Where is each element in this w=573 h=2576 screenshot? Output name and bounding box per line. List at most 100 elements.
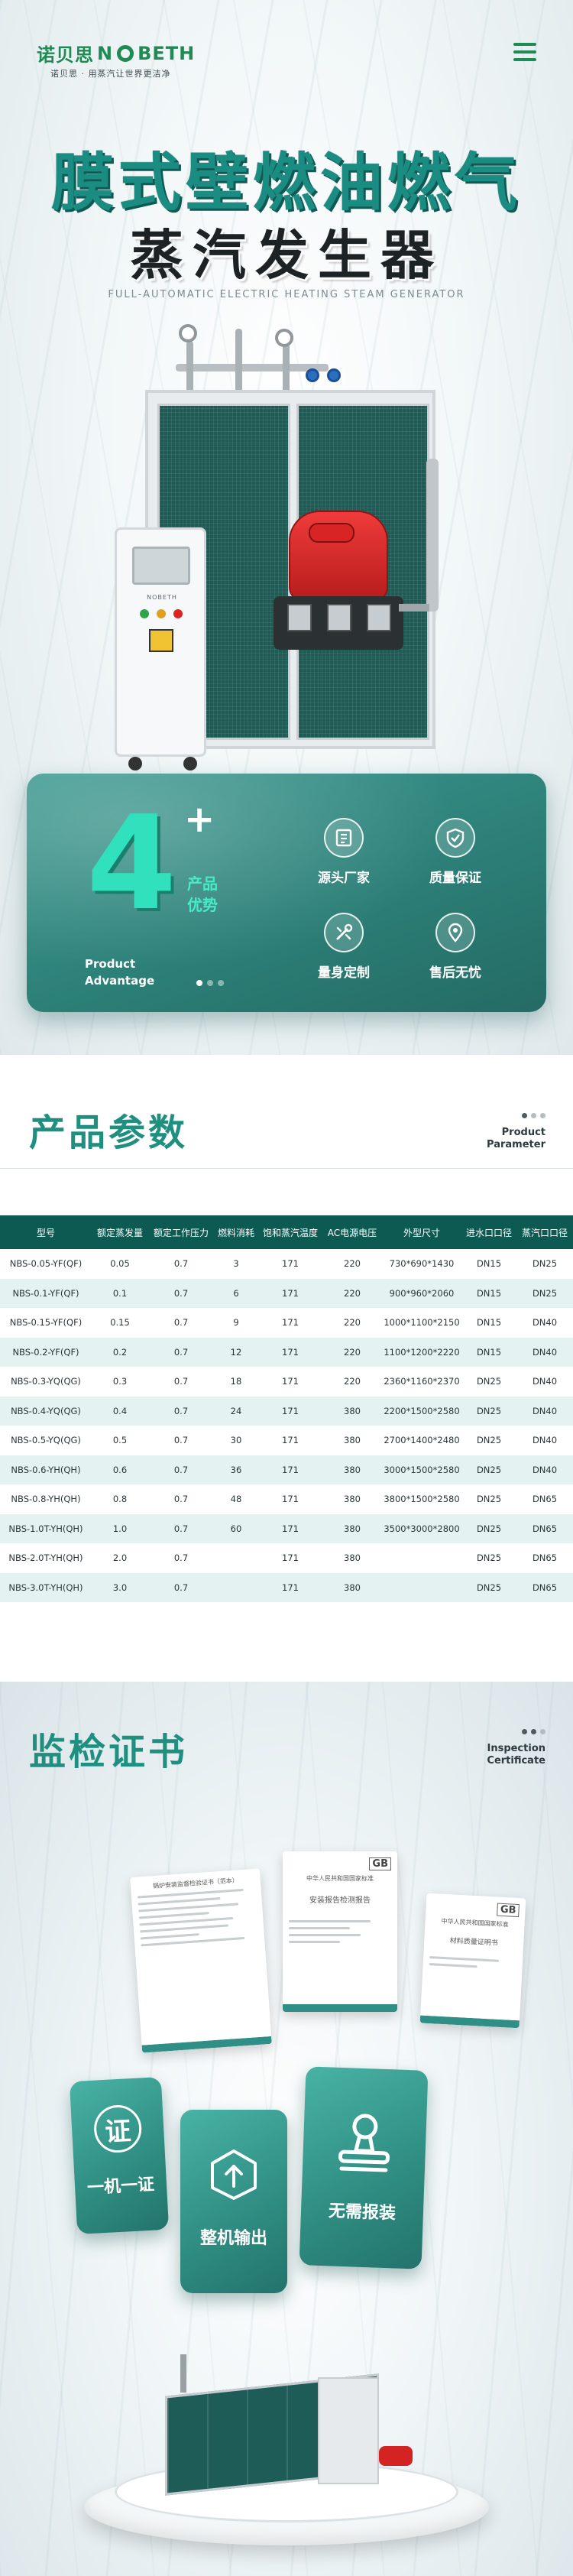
advantage-cn-line1: 产品 <box>187 874 218 893</box>
table-cell: DN40 <box>516 1308 573 1338</box>
pressure-gauge-icon <box>179 324 197 342</box>
table-cell: 0.2 <box>92 1337 148 1367</box>
certificate-document[interactable]: 锅炉安装监督检验证书（范本） <box>130 1868 272 2053</box>
table-header-cell: 燃料消耗 <box>214 1215 258 1249</box>
certificate-document[interactable]: GB 中华人民共和国国家标准 材料质量证明书 <box>419 1893 526 2029</box>
cert-card-one-cert[interactable]: 证 一机一证 <box>69 2076 170 2235</box>
boiler-product-image <box>150 2354 417 2496</box>
table-cell: 380 <box>322 1396 382 1426</box>
custom-tools-icon <box>324 913 364 952</box>
certificate-en-line2: Certificate <box>487 1755 545 1767</box>
menu-button[interactable] <box>513 43 536 61</box>
fuel-line <box>399 604 429 612</box>
stamp-icon <box>303 2104 427 2178</box>
brand-en-prefix: N <box>97 42 114 64</box>
carousel-dot[interactable] <box>196 980 202 986</box>
table-cell: 36 <box>214 1455 258 1484</box>
table-cell: DN25 <box>516 1249 573 1279</box>
table-cell: 171 <box>258 1337 322 1367</box>
advantage-card: 4 + 产品 优势 Product Advantage 源头厂家 质量保证 量身… <box>27 774 546 1012</box>
table-header-cell: 蒸汽口口径 <box>516 1215 573 1249</box>
table-header-cell: 型号 <box>0 1215 92 1249</box>
table-row: NBS-2.0T-YH(QH) 2.0 0.7 171 380 DN25 DN65 <box>0 1543 573 1573</box>
table-cell: 730*690*1430 <box>382 1249 461 1279</box>
table-cell: 380 <box>322 1426 382 1455</box>
cert-card-no-registration[interactable]: 无需报装 <box>299 2066 429 2269</box>
parameters-title: 产品参数 <box>29 1111 189 1154</box>
burner-base <box>274 596 403 650</box>
side-pipe <box>426 459 439 612</box>
table-cell: DN40 <box>516 1396 573 1426</box>
cert-card-whole-output[interactable]: 整机输出 <box>180 2110 287 2293</box>
table-cell: 380 <box>322 1484 382 1514</box>
table-body: NBS-0.05-YF(QF) 0.05 0.7 3 171 220 730*690*143… <box>0 1249 573 1602</box>
document-header: 中华人民共和国国家标准 <box>306 1875 374 1882</box>
burner-component <box>367 604 391 631</box>
table-cell: 0.7 <box>148 1455 214 1484</box>
table-cell: 171 <box>258 1455 322 1484</box>
indicator-light-icon <box>173 609 183 618</box>
table-cell: 0.05 <box>92 1249 148 1279</box>
section-dots-icon <box>522 1113 545 1118</box>
brand-logo[interactable]: 诺贝思 N BETH <box>37 40 195 67</box>
table-cell <box>214 1572 258 1602</box>
table-row: NBS-0.15-YF(QF) 0.15 0.7 9 171 220 1000*1100*2… <box>0 1308 573 1338</box>
hamburger-icon-bar <box>513 43 536 46</box>
table-cell: 171 <box>258 1484 322 1514</box>
parameters-en-line2: Parameter <box>487 1139 545 1150</box>
table-cell: DN15 <box>461 1337 516 1367</box>
table-cell: 171 <box>258 1396 322 1426</box>
table-row: NBS-0.8-YH(QH) 0.8 0.7 48 171 380 3800*1500*25… <box>0 1484 573 1514</box>
certificate-en-line1: Inspection <box>487 1743 545 1754</box>
table-cell: 171 <box>258 1543 322 1573</box>
parameters-section: 产品参数 Product Parameter 型号 额定蒸发量 额定工作压力 燃… <box>0 1055 573 1682</box>
table-cell: 0.7 <box>148 1249 214 1279</box>
section-dots-icon <box>522 1729 545 1734</box>
table-cell: DN15 <box>461 1278 516 1308</box>
pressure-gauge-icon <box>275 329 293 347</box>
table-cell: 220 <box>322 1308 382 1338</box>
table-cell: 0.4 <box>92 1396 148 1426</box>
advantage-en-line2: Advantage <box>85 974 155 988</box>
table-cell: 171 <box>258 1308 322 1338</box>
table-cell: NBS-0.3-YQ(QG) <box>0 1367 92 1397</box>
document-title: 安装报告检测报告 <box>309 1896 371 1905</box>
burner-component <box>327 604 351 631</box>
table-cell: 18 <box>214 1367 258 1397</box>
parameters-en-title: Product Parameter <box>487 1127 545 1151</box>
table-cell: DN65 <box>516 1513 573 1543</box>
table-cell: NBS-0.05-YF(QF) <box>0 1249 92 1279</box>
table-cell: 220 <box>322 1278 382 1308</box>
table-cell: 171 <box>258 1572 322 1602</box>
service-location-icon <box>435 913 475 952</box>
indicator-light-icon <box>140 609 149 618</box>
table-header-cell: 外型尺寸 <box>382 1215 461 1249</box>
pipe <box>180 2354 186 2393</box>
hero-subtitle: FULL-AUTOMATIC ELECTRIC HEATING STEAM GE… <box>108 289 465 300</box>
table-cell: 220 <box>322 1367 382 1397</box>
factory-icon <box>324 818 364 858</box>
table-cell: DN40 <box>516 1455 573 1484</box>
brand-en-suffix: BETH <box>138 42 196 64</box>
table-row: NBS-0.05-YF(QF) 0.05 0.7 3 171 220 730*690*143… <box>0 1249 573 1279</box>
carousel-dot[interactable] <box>207 980 213 986</box>
table-cell: 0.5 <box>92 1426 148 1455</box>
feature-factory: 源头厂家 <box>294 818 393 886</box>
control-brand: NOBETH <box>147 594 177 601</box>
table-cell: 9 <box>214 1308 258 1338</box>
table-cell: 0.7 <box>148 1484 214 1514</box>
carousel-dot[interactable] <box>218 980 224 986</box>
table-cell: DN15 <box>461 1308 516 1338</box>
table-cell: 171 <box>258 1513 322 1543</box>
table-cell: 0.7 <box>148 1396 214 1426</box>
table-cell: NBS-0.5-YQ(QG) <box>0 1426 92 1455</box>
table-cell: NBS-0.4-YQ(QG) <box>0 1396 92 1426</box>
certificate-document[interactable]: GB 中华人民共和国国家标准 安装报告检测报告 <box>283 1851 397 2012</box>
table-cell: 0.3 <box>92 1367 148 1397</box>
carousel-dots[interactable] <box>196 980 224 986</box>
steam-generator-illustration: NOBETH <box>115 313 458 772</box>
control-screen <box>132 547 190 585</box>
top-bar: 诺贝思 N BETH 诺贝思 · 用蒸汽让世界更洁净 <box>0 0 573 99</box>
table-cell: DN65 <box>516 1484 573 1514</box>
hamburger-icon-bar <box>513 50 536 54</box>
